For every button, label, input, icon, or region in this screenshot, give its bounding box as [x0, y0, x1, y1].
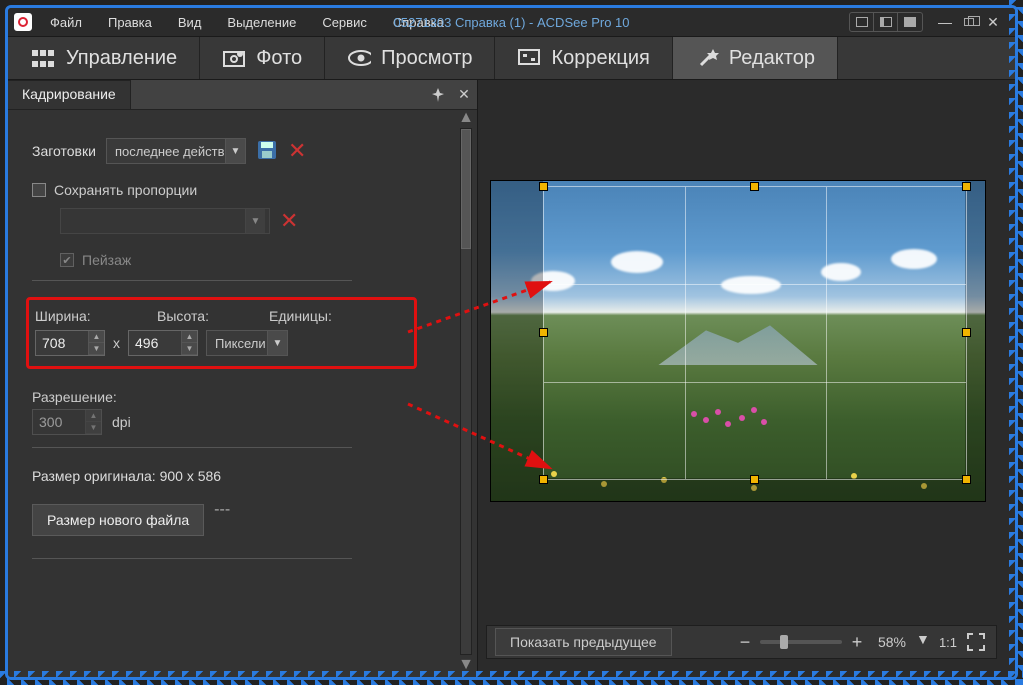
- height-field[interactable]: [129, 335, 181, 351]
- mode-photo[interactable]: Фото: [200, 37, 325, 79]
- image-preview[interactable]: [490, 180, 986, 502]
- crop-handle[interactable]: [539, 182, 548, 191]
- side-panel: Кадрирование ✕ Заготовки последнее дейст…: [8, 80, 478, 677]
- height-input[interactable]: ▲▼: [128, 330, 198, 356]
- zoom-fit-icon[interactable]: [964, 630, 988, 654]
- width-label: Ширина:: [29, 308, 157, 324]
- dim-separator: x: [113, 335, 120, 351]
- maximize-button[interactable]: [957, 11, 981, 33]
- grid-icon: [30, 47, 56, 69]
- crop-handle[interactable]: [539, 475, 548, 484]
- presets-value: последнее действи: [107, 144, 225, 159]
- zoom-value: 58%: [872, 634, 912, 650]
- mode-bar: Управление Фото Просмотр Коррекция Редак…: [8, 36, 1015, 80]
- mode-manage-label: Управление: [66, 47, 177, 70]
- clear-aspect-icon[interactable]: ✕: [280, 210, 298, 232]
- zoom-slider[interactable]: [760, 640, 842, 644]
- width-input[interactable]: ▲▼: [35, 330, 105, 356]
- canvas-area: Показать предыдущее − + 58% ▼ 1:1: [478, 80, 1015, 677]
- mode-editor[interactable]: Редактор: [673, 37, 838, 79]
- canvas-toolbar: Показать предыдущее − + 58% ▼ 1:1: [486, 625, 997, 659]
- resolution-input[interactable]: ▲▼: [32, 409, 102, 435]
- crop-handle[interactable]: [962, 328, 971, 337]
- units-value: Пиксели: [207, 336, 267, 351]
- app-icon: [14, 13, 32, 31]
- zoom-in-button[interactable]: +: [846, 631, 868, 653]
- menu-service[interactable]: Сервис: [314, 11, 375, 34]
- width-field[interactable]: [36, 335, 88, 351]
- menu-edit[interactable]: Правка: [100, 11, 160, 34]
- show-previous-button[interactable]: Показать предыдущее: [495, 628, 672, 656]
- zoom-actual-button[interactable]: 1:1: [936, 630, 960, 654]
- keep-aspect-label: Сохранять пропорции: [54, 182, 197, 198]
- mode-view[interactable]: Просмотр: [325, 37, 495, 79]
- delete-preset-icon[interactable]: ✕: [288, 140, 306, 162]
- units-label: Единицы:: [269, 308, 359, 324]
- new-file-size-button[interactable]: Размер нового файла: [32, 504, 204, 536]
- mode-correction-label: Коррекция: [551, 47, 649, 70]
- scroll-up-icon[interactable]: ▲: [457, 110, 475, 126]
- layout-single-icon[interactable]: [850, 13, 874, 31]
- chevron-down-icon[interactable]: ▼: [267, 331, 287, 355]
- crop-handle[interactable]: [750, 475, 759, 484]
- zoom-dropdown-icon[interactable]: ▼: [916, 631, 932, 653]
- photo-icon: [222, 47, 246, 69]
- spin-down-icon[interactable]: ▼: [182, 343, 197, 355]
- window-title: 05271303 Справка (1) - ACDSee Pro 10: [394, 15, 630, 30]
- save-preset-icon[interactable]: [256, 139, 278, 164]
- panel-tab-crop[interactable]: Кадрирование: [8, 80, 131, 109]
- mode-view-label: Просмотр: [381, 47, 472, 70]
- aspect-dropdown[interactable]: ▼: [60, 208, 270, 234]
- layout-sidepanel-icon[interactable]: [874, 13, 898, 31]
- mode-editor-label: Редактор: [729, 47, 815, 70]
- chevron-down-icon[interactable]: ▼: [225, 139, 245, 163]
- spin-down-icon[interactable]: ▼: [89, 343, 104, 355]
- landscape-label: Пейзаж: [82, 252, 131, 268]
- layout-full-icon[interactable]: [898, 13, 922, 31]
- presets-dropdown[interactable]: последнее действи ▼: [106, 138, 246, 164]
- units-dropdown[interactable]: Пиксели ▼: [206, 330, 288, 356]
- chevron-down-icon[interactable]: ▼: [245, 209, 265, 233]
- original-size-label: Размер оригинала: 900 x 586: [32, 468, 457, 484]
- menu-select[interactable]: Выделение: [219, 11, 304, 34]
- crop-handle[interactable]: [750, 182, 759, 191]
- menu-file[interactable]: Файл: [42, 11, 90, 34]
- resolution-unit: dpi: [112, 414, 131, 430]
- panel-close-icon[interactable]: ✕: [451, 82, 477, 108]
- presets-label: Заготовки: [32, 143, 96, 159]
- landscape-checkbox[interactable]: ✔: [60, 253, 74, 267]
- height-label: Высота:: [157, 308, 269, 324]
- panel-scrollbar[interactable]: ▲ ▼: [457, 110, 475, 673]
- eye-icon: [347, 47, 371, 69]
- resolution-label: Разрешение:: [32, 389, 117, 405]
- crop-handle[interactable]: [962, 475, 971, 484]
- crop-rectangle[interactable]: [543, 186, 967, 480]
- resolution-field[interactable]: [33, 414, 85, 430]
- pin-icon[interactable]: [425, 82, 451, 108]
- crop-handle[interactable]: [962, 182, 971, 191]
- new-file-size-value: ---: [214, 501, 230, 519]
- scroll-thumb[interactable]: [461, 129, 471, 249]
- mode-manage[interactable]: Управление: [8, 37, 200, 79]
- minimize-button[interactable]: —: [933, 11, 957, 33]
- magic-wand-icon: [695, 47, 719, 69]
- menu-bar: Файл Правка Вид Выделение Сервис Справка…: [8, 8, 1015, 36]
- spin-up-icon[interactable]: ▲: [89, 331, 104, 343]
- menu-view[interactable]: Вид: [170, 11, 210, 34]
- crop-handle[interactable]: [539, 328, 548, 337]
- mode-correction[interactable]: Коррекция: [495, 37, 672, 79]
- sliders-icon: [517, 47, 541, 69]
- keep-aspect-checkbox[interactable]: [32, 183, 46, 197]
- dimensions-group: Ширина: Высота: Единицы: ▲▼ x ▲▼: [26, 297, 417, 369]
- zoom-out-button[interactable]: −: [734, 631, 756, 653]
- close-button[interactable]: ✕: [981, 11, 1005, 33]
- mode-photo-label: Фото: [256, 47, 302, 70]
- spin-up-icon[interactable]: ▲: [182, 331, 197, 343]
